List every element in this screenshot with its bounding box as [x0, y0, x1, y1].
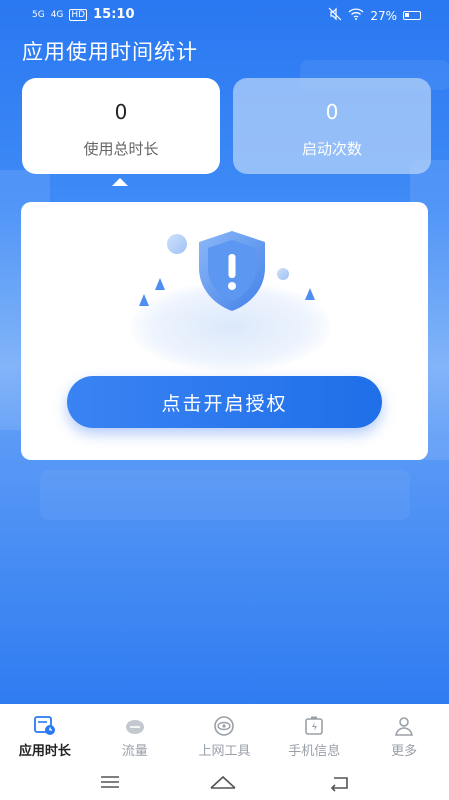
- selected-card-pointer: [112, 178, 128, 186]
- stat-card-total-time[interactable]: 0 使用总时长: [22, 78, 220, 174]
- bottom-tab-bar: 应用时长 流量 上网工具 手机信息 更多: [0, 704, 449, 764]
- phone-battery-icon: [301, 714, 327, 738]
- status-bar: 5G 4G HD 15:10 27%: [0, 0, 449, 30]
- user-icon: [391, 714, 417, 738]
- tab-label: 应用时长: [18, 744, 71, 759]
- app-time-icon: [32, 714, 58, 738]
- app-background: 5G 4G HD 15:10 27% 应用使用时间统计 0 使用总时长 0 启动…: [0, 0, 449, 704]
- shield-warning-icon: [193, 228, 271, 314]
- tree-decoration: [155, 278, 165, 290]
- signal-4g-label: 4G: [50, 9, 64, 20]
- mute-icon: [328, 7, 342, 24]
- bubble-decoration: [277, 268, 289, 280]
- background-decoration: [40, 470, 410, 520]
- hd-badge: HD: [69, 8, 88, 21]
- status-time: 15:10: [93, 7, 135, 22]
- battery-percent: 27%: [370, 8, 397, 23]
- traffic-icon: [122, 714, 148, 738]
- permission-panel: 点击开启授权: [21, 202, 428, 460]
- tab-label: 上网工具: [198, 744, 251, 759]
- tab-network-tools[interactable]: 上网工具: [180, 704, 270, 764]
- system-navigation-bar: [0, 764, 449, 800]
- stat-label: 使用总时长: [83, 140, 159, 158]
- bubble-decoration: [167, 234, 187, 254]
- tree-decoration: [305, 288, 315, 300]
- tab-traffic[interactable]: 流量: [90, 704, 180, 764]
- stat-value: 0: [114, 100, 128, 124]
- tree-decoration: [139, 294, 149, 306]
- stat-value: 0: [325, 100, 339, 124]
- signal-5g-label: 5G: [32, 9, 45, 20]
- battery-icon: [403, 11, 421, 20]
- tab-app-time[interactable]: 应用时长: [0, 704, 90, 764]
- tab-more[interactable]: 更多: [359, 704, 449, 764]
- enable-permission-button[interactable]: 点击开启授权: [67, 376, 382, 428]
- tab-label: 更多: [391, 744, 418, 759]
- tab-label: 手机信息: [288, 744, 341, 759]
- tab-phone-info[interactable]: 手机信息: [269, 704, 359, 764]
- stat-card-launch-count[interactable]: 0 启动次数: [233, 78, 431, 174]
- stat-label: 启动次数: [301, 140, 362, 158]
- home-icon[interactable]: [208, 772, 238, 792]
- back-icon[interactable]: [327, 772, 351, 792]
- tab-label: 流量: [121, 744, 148, 759]
- menu-icon[interactable]: [98, 772, 122, 792]
- wifi-icon: [348, 8, 364, 23]
- eye-icon: [211, 714, 237, 738]
- page-title: 应用使用时间统计: [22, 40, 198, 64]
